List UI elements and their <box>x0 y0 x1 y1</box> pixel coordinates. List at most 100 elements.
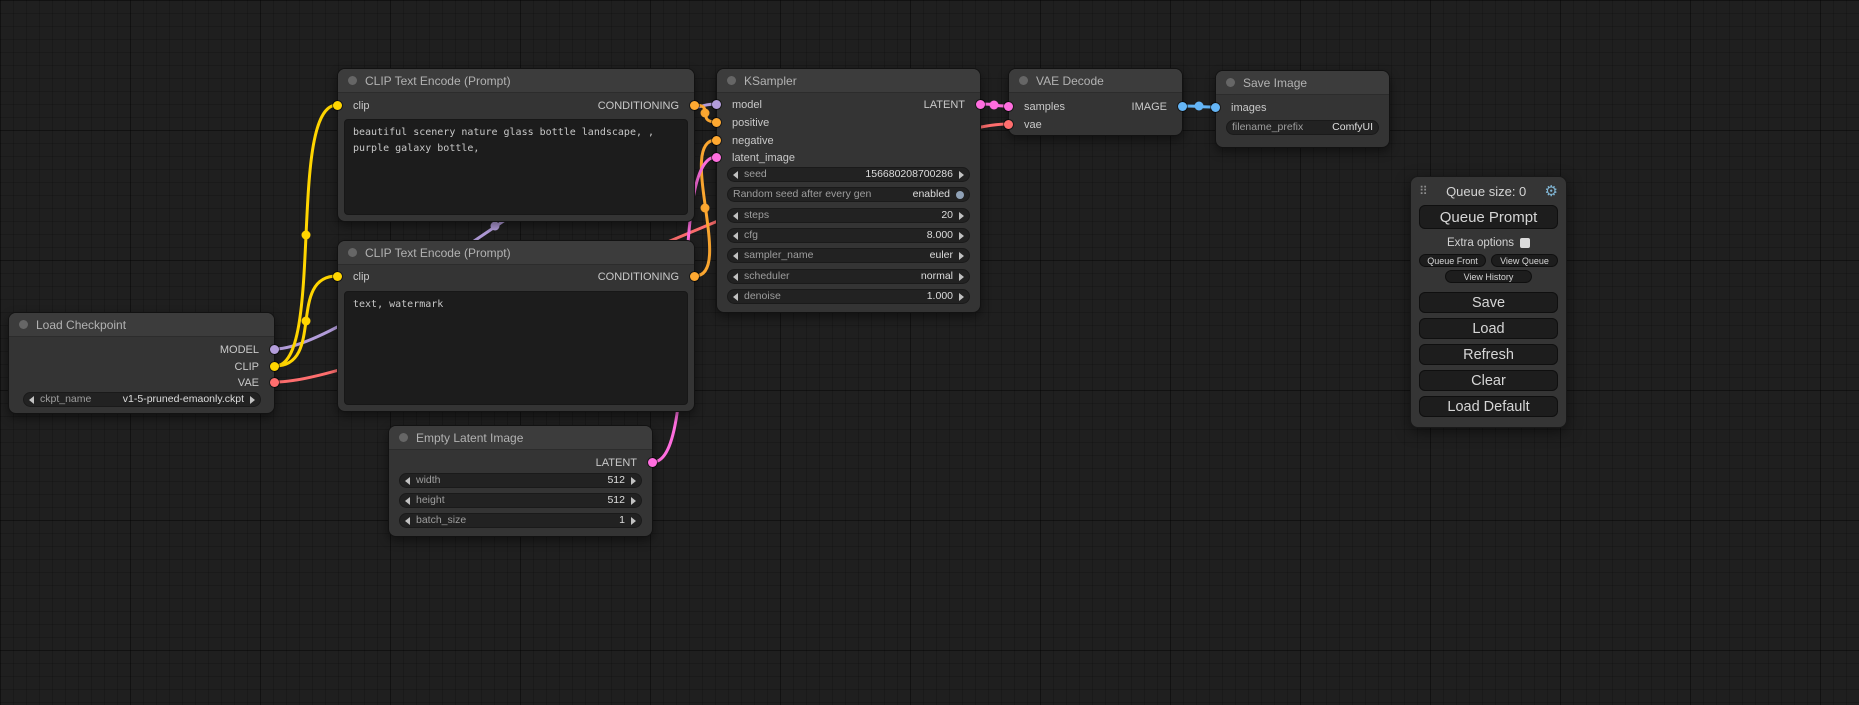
widget-steps[interactable]: steps 20 <box>727 208 970 223</box>
widget-name: denoise <box>744 290 781 303</box>
decrement-icon[interactable] <box>733 293 738 301</box>
node-title: Load Checkpoint <box>36 318 126 332</box>
input-label-clip: clip <box>353 98 370 114</box>
node-ksampler[interactable]: KSampler model positive negative latent_… <box>716 68 981 313</box>
node-header[interactable]: KSampler <box>717 69 980 93</box>
decrement-icon[interactable] <box>405 517 410 525</box>
refresh-button[interactable]: Refresh <box>1419 344 1558 365</box>
node-title: Save Image <box>1243 76 1307 90</box>
input-label-samples: samples <box>1024 99 1065 115</box>
node-vae-decode[interactable]: VAE Decode samples vae IMAGE <box>1008 68 1183 136</box>
port-latent-image-input[interactable] <box>712 153 721 162</box>
load-button[interactable]: Load <box>1419 318 1558 339</box>
node-title: CLIP Text Encode (Prompt) <box>365 246 511 260</box>
collapse-toggle-icon[interactable] <box>19 320 28 329</box>
prev-value-icon[interactable] <box>733 252 738 260</box>
node-header[interactable]: Save Image <box>1216 71 1389 95</box>
increment-icon[interactable] <box>631 517 636 525</box>
collapse-toggle-icon[interactable] <box>348 76 357 85</box>
increment-icon[interactable] <box>959 232 964 240</box>
port-clip-input[interactable] <box>333 272 342 281</box>
save-button[interactable]: Save <box>1419 292 1558 313</box>
node-clip-text-encode-negative[interactable]: CLIP Text Encode (Prompt) clip CONDITION… <box>337 240 695 412</box>
increment-icon[interactable] <box>959 171 964 179</box>
collapse-toggle-icon[interactable] <box>1019 76 1028 85</box>
port-conditioning-output[interactable] <box>690 101 699 110</box>
collapse-toggle-icon[interactable] <box>727 76 736 85</box>
port-model-output[interactable] <box>270 345 279 354</box>
port-samples-input[interactable] <box>1004 102 1013 111</box>
increment-icon[interactable] <box>631 477 636 485</box>
port-vae-input[interactable] <box>1004 120 1013 129</box>
widget-value: 512 <box>607 474 625 487</box>
port-vae-output[interactable] <box>270 378 279 387</box>
wire-midpoint-dot <box>302 231 311 240</box>
port-positive-input[interactable] <box>712 118 721 127</box>
widget-seed[interactable]: seed 156680208700286 <box>727 167 970 182</box>
toggle-dot-icon[interactable] <box>956 191 964 199</box>
widget-sampler-name[interactable]: sampler_name euler <box>727 248 970 263</box>
widget-height[interactable]: height 512 <box>399 493 642 508</box>
widget-width[interactable]: width 512 <box>399 473 642 488</box>
port-latent-output[interactable] <box>976 100 985 109</box>
node-header[interactable]: CLIP Text Encode (Prompt) <box>338 69 694 93</box>
negative-prompt-textarea[interactable]: text, watermark <box>344 291 688 405</box>
queue-prompt-button[interactable]: Queue Prompt <box>1419 205 1558 229</box>
queue-front-button[interactable]: Queue Front <box>1419 254 1486 267</box>
node-header[interactable]: CLIP Text Encode (Prompt) <box>338 241 694 265</box>
node-save-image[interactable]: Save Image images filename_prefix ComfyU… <box>1215 70 1390 148</box>
clear-button[interactable]: Clear <box>1419 370 1558 391</box>
port-negative-input[interactable] <box>712 136 721 145</box>
port-model-input[interactable] <box>712 100 721 109</box>
node-header[interactable]: Empty Latent Image <box>389 426 652 450</box>
decrement-icon[interactable] <box>405 497 410 505</box>
drag-handle-icon[interactable]: ⠿ <box>1419 184 1428 198</box>
decrement-icon[interactable] <box>733 212 738 220</box>
view-history-button[interactable]: View History <box>1445 270 1531 283</box>
increment-icon[interactable] <box>959 212 964 220</box>
port-latent-output[interactable] <box>648 458 657 467</box>
next-value-icon[interactable] <box>250 396 255 404</box>
queue-menu-panel: ⠿ Queue size: 0 ⚙ Queue Prompt Extra opt… <box>1410 176 1567 428</box>
next-value-icon[interactable] <box>959 273 964 281</box>
decrement-icon[interactable] <box>733 232 738 240</box>
prev-value-icon[interactable] <box>29 396 34 404</box>
wire-midpoint-dot <box>990 101 999 110</box>
positive-prompt-textarea[interactable]: beautiful scenery nature glass bottle la… <box>344 119 688 215</box>
node-graph-canvas[interactable]: Load Checkpoint MODEL CLIP VAE ckpt_name… <box>0 0 1859 705</box>
node-header[interactable]: VAE Decode <box>1009 69 1182 93</box>
node-load-checkpoint[interactable]: Load Checkpoint MODEL CLIP VAE ckpt_name… <box>8 312 275 414</box>
widget-name: cfg <box>744 229 758 242</box>
port-conditioning-output[interactable] <box>690 272 699 281</box>
decrement-icon[interactable] <box>733 171 738 179</box>
decrement-icon[interactable] <box>405 477 410 485</box>
view-queue-button[interactable]: View Queue <box>1491 254 1558 267</box>
widget-random-seed-toggle[interactable]: Random seed after every gen enabled <box>727 187 970 202</box>
collapse-toggle-icon[interactable] <box>348 248 357 257</box>
increment-icon[interactable] <box>959 293 964 301</box>
collapse-toggle-icon[interactable] <box>1226 78 1235 87</box>
port-clip-output[interactable] <box>270 362 279 371</box>
widget-cfg[interactable]: cfg 8.000 <box>727 228 970 243</box>
extra-options-checkbox[interactable] <box>1520 238 1530 248</box>
node-title: KSampler <box>744 74 797 88</box>
port-image-output[interactable] <box>1178 102 1187 111</box>
widget-batch-size[interactable]: batch_size 1 <box>399 513 642 528</box>
output-label-conditioning: CONDITIONING <box>598 98 679 114</box>
widget-value: v1-5-pruned-emaonly.ckpt <box>123 393 244 406</box>
node-header[interactable]: Load Checkpoint <box>9 313 274 337</box>
port-images-input[interactable] <box>1211 103 1220 112</box>
widget-denoise[interactable]: denoise 1.000 <box>727 289 970 304</box>
next-value-icon[interactable] <box>959 252 964 260</box>
collapse-toggle-icon[interactable] <box>399 433 408 442</box>
widget-ckpt-name[interactable]: ckpt_name v1-5-pruned-emaonly.ckpt <box>23 392 261 407</box>
settings-gear-icon[interactable]: ⚙ <box>1545 184 1558 199</box>
port-clip-input[interactable] <box>333 101 342 110</box>
widget-filename-prefix[interactable]: filename_prefix ComfyUI <box>1226 120 1379 135</box>
prev-value-icon[interactable] <box>733 273 738 281</box>
widget-scheduler[interactable]: scheduler normal <box>727 269 970 284</box>
increment-icon[interactable] <box>631 497 636 505</box>
node-empty-latent-image[interactable]: Empty Latent Image LATENT width 512 heig… <box>388 425 653 537</box>
load-default-button[interactable]: Load Default <box>1419 396 1558 417</box>
node-clip-text-encode-positive[interactable]: CLIP Text Encode (Prompt) clip CONDITION… <box>337 68 695 222</box>
